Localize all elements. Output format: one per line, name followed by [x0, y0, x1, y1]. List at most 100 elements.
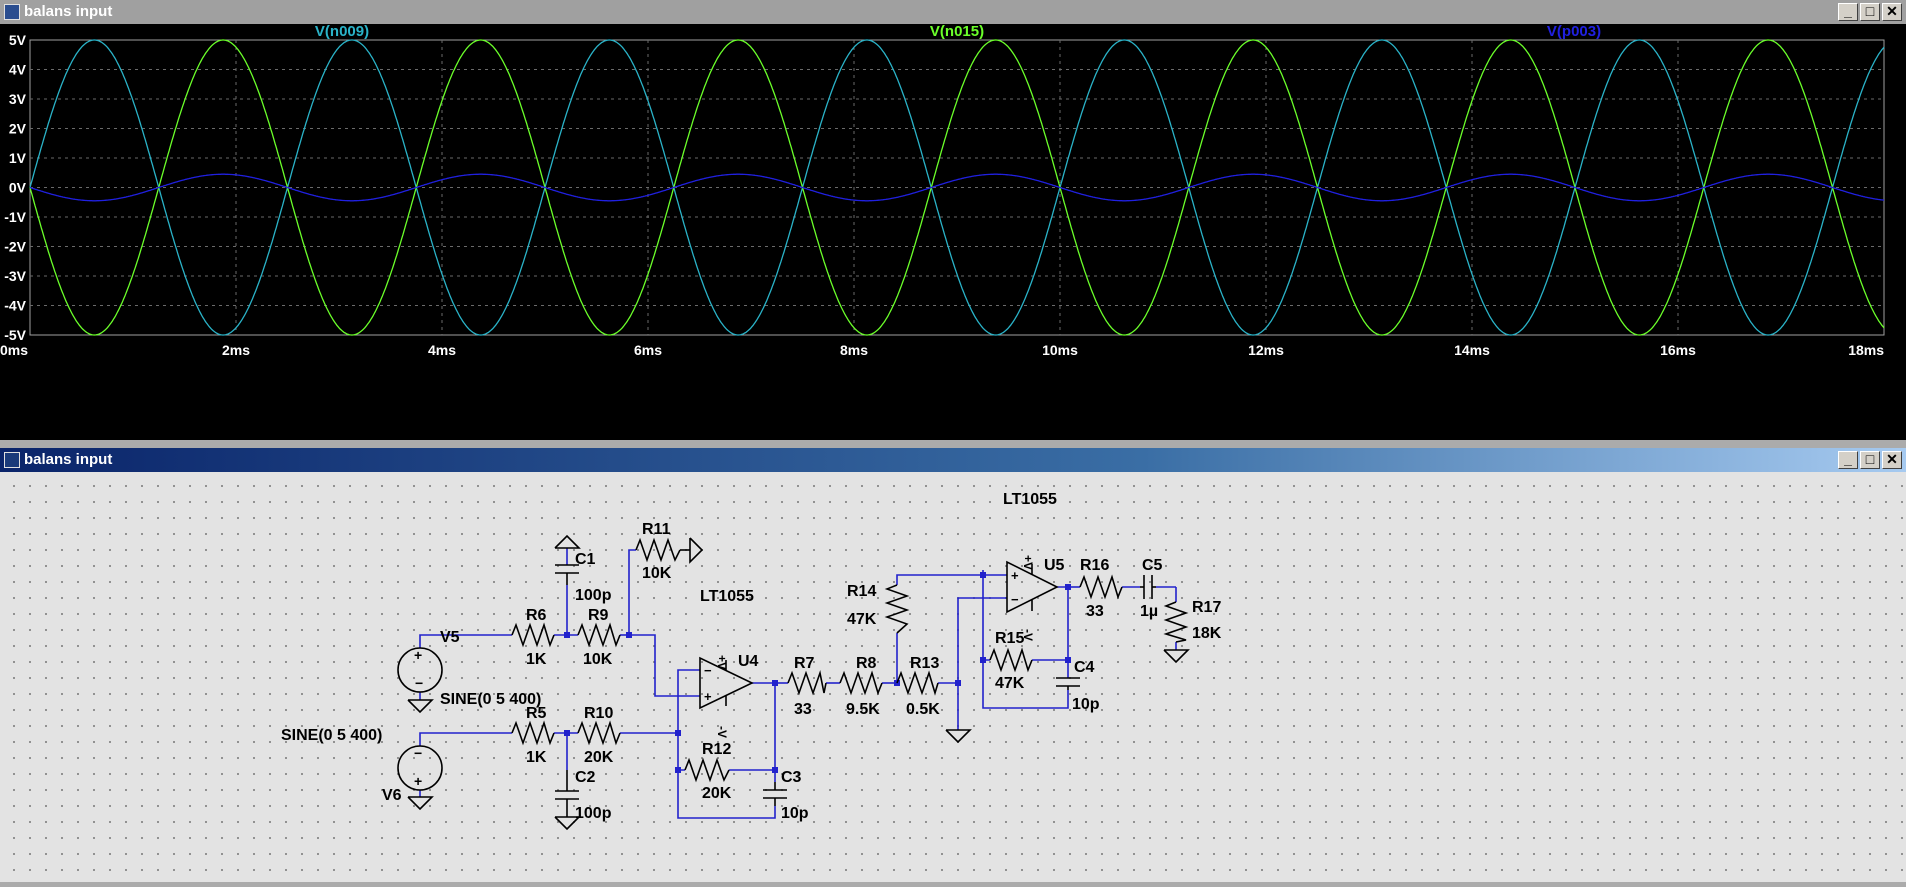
y-tick-label: -1V [4, 209, 26, 225]
label-c3: C3 [781, 769, 802, 786]
resistor-r7 [787, 669, 827, 696]
x-tick-label: 4ms [428, 342, 456, 358]
label-r10-value: 20K [584, 749, 614, 766]
label-c5-value: 1µ [1140, 603, 1158, 620]
svg-text:+: + [1011, 568, 1019, 583]
label-r7-value: 33 [794, 701, 812, 718]
label-r16-value: 33 [1086, 603, 1104, 620]
ground-symbol [407, 796, 434, 811]
plot-window-title: balans input [24, 3, 113, 20]
label-c2: C2 [575, 769, 596, 786]
plot-window-titlebar[interactable]: balans input _ □ ✕ [0, 0, 1906, 24]
plot-window: balans input _ □ ✕ 5V 4V 3V 2V 1V 0V -1V -2V -3V… [0, 0, 1906, 440]
y-tick-label: 5V [9, 32, 27, 48]
close-button[interactable]: ✕ [1882, 3, 1902, 21]
x-tick-label: 12ms [1248, 342, 1284, 358]
label-r7: R7 [794, 655, 815, 672]
label-c1-value: 100p [575, 587, 612, 604]
resistor-r9 [577, 622, 621, 648]
svg-text:-V: -V [715, 726, 729, 738]
minimize-button[interactable]: _ [1838, 451, 1858, 469]
label-r14-value: 47K [847, 611, 877, 628]
x-tick-label: 6ms [634, 342, 662, 358]
svg-text:+: + [414, 647, 422, 663]
label-r13-value: 0.5K [906, 701, 940, 718]
label-r12: R12 [702, 741, 731, 758]
y-tick-label: 3V [9, 91, 27, 107]
label-sine-v6: SINE(0 5 400) [281, 727, 382, 744]
resistor-r15 [989, 647, 1033, 673]
maximize-button[interactable]: □ [1860, 451, 1880, 469]
label-c2-value: 100p [575, 805, 612, 822]
schematic-canvas[interactable]: + − − + − + +V -V + − +V -V LT1055 LT105… [0, 472, 1906, 882]
schematic-window-titlebar[interactable]: balans input _ □ ✕ [0, 448, 1906, 472]
label-r11-value: 10K [642, 565, 672, 582]
y-tick-label: 2V [9, 121, 27, 137]
x-tick-label: 18ms [1848, 342, 1884, 358]
label-lt1055-u4: LT1055 [700, 588, 754, 605]
minimize-button[interactable]: _ [1838, 3, 1858, 21]
x-tick-label: 0ms [0, 342, 28, 358]
resistor-r13 [896, 670, 939, 696]
label-r8: R8 [856, 655, 877, 672]
label-r6-value: 1K [526, 651, 547, 668]
svg-text:−: − [704, 663, 712, 678]
ground-symbol [407, 699, 434, 714]
label-lt1055-top: LT1055 [1003, 491, 1057, 508]
ground-symbol [1163, 649, 1190, 664]
label-u5: U5 [1044, 557, 1065, 574]
label-c1: C1 [575, 551, 596, 568]
resistor-r11 [635, 537, 681, 563]
label-r5: R5 [526, 705, 547, 722]
y-tick-label: 1V [9, 150, 27, 166]
label-r15: R15 [995, 630, 1024, 647]
x-tick-label: 10ms [1042, 342, 1078, 358]
svg-text:−: − [414, 745, 422, 761]
waveform-window-icon [4, 4, 20, 20]
label-r14: R14 [847, 583, 876, 600]
resistor-r8 [839, 670, 883, 696]
legend-entry: V(n009) [315, 24, 369, 40]
x-tick-label: 16ms [1660, 342, 1696, 358]
junctions [564, 572, 1071, 773]
resistor-r17 [1163, 601, 1189, 643]
schematic-window-title: balans input [24, 451, 113, 468]
resistor-r5 [511, 720, 555, 746]
legend-entry: V(n015) [930, 24, 984, 40]
resistor-r14 [884, 584, 910, 634]
x-tick-label: 2ms [222, 342, 250, 358]
label-r10: R10 [584, 705, 613, 722]
y-tick-label: 0V [9, 180, 27, 196]
maximize-button[interactable]: □ [1860, 3, 1880, 21]
resistor-r16 [1079, 574, 1123, 600]
resistor-r10 [577, 720, 621, 746]
y-tick-label: -3V [4, 268, 26, 284]
y-tick-label: -2V [4, 239, 26, 255]
label-r12-value: 20K [702, 785, 732, 802]
y-tick-label: -4V [4, 298, 26, 314]
label-r5-value: 1K [526, 749, 547, 766]
label-r13: R13 [910, 655, 939, 672]
svg-text:−: − [415, 675, 423, 691]
x-tick-label: 14ms [1454, 342, 1490, 358]
y-tick-label: 4V [9, 62, 27, 78]
label-u4: U4 [738, 653, 759, 670]
y-tick-label: -5V [4, 327, 26, 343]
svg-text:+: + [414, 773, 422, 789]
svg-text:+V: +V [1021, 555, 1035, 570]
label-r9: R9 [588, 607, 609, 624]
label-c4: C4 [1074, 659, 1095, 676]
close-button[interactable]: ✕ [1882, 451, 1902, 469]
resistor-r6 [511, 622, 555, 648]
label-r17: R17 [1192, 599, 1221, 616]
svg-text:+: + [704, 689, 712, 704]
ground-symbol-right [689, 537, 704, 564]
label-v5: V5 [440, 629, 460, 646]
legend-entry: V(p003) [1547, 24, 1601, 40]
label-r15-value: 47K [995, 675, 1025, 692]
schematic-window-icon [4, 452, 20, 468]
svg-text:−: − [1011, 592, 1019, 607]
waveform-plot-area[interactable]: 5V 4V 3V 2V 1V 0V -1V -2V -3V -4V -5V 0ms 2ms 4ms 6ms 8… [0, 23, 1906, 440]
label-c4-value: 10p [1072, 696, 1100, 713]
label-r8-value: 9.5K [846, 701, 880, 718]
